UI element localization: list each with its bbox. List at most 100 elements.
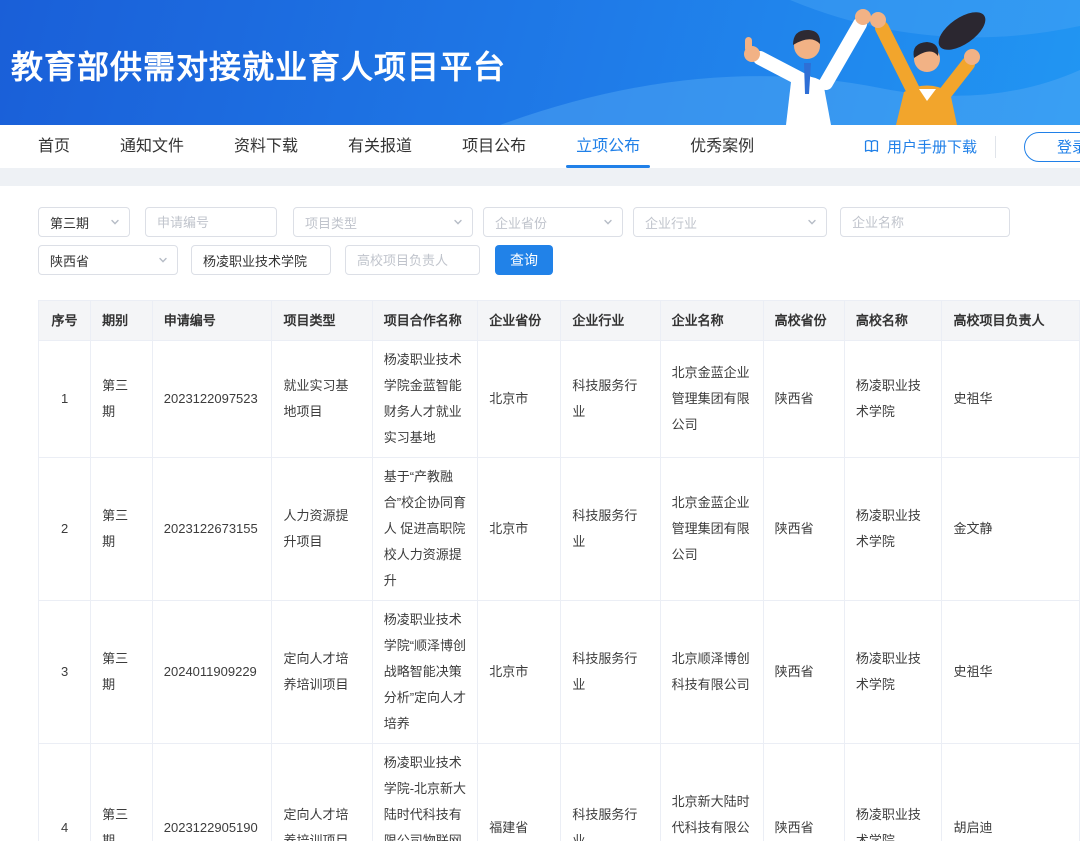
table-cell: 陕西省 (763, 341, 844, 458)
table-cell: 杨凌职业技术学院 (844, 341, 942, 458)
nav-right: 用户手册下载 登录 (863, 125, 1080, 168)
filter-row-2: 陕西省 查询 (0, 245, 553, 275)
table-cell: 第三期 (91, 458, 153, 601)
table-cell: 2023122905190 (152, 744, 272, 841)
college-province-select-value: 陕西省 (50, 251, 89, 270)
chevron-down-icon (453, 217, 463, 227)
table-cell: 第三期 (91, 744, 153, 841)
search-button[interactable]: 查询 (495, 245, 553, 275)
chevron-down-icon (110, 217, 120, 227)
table-cell: 2023122673155 (152, 458, 272, 601)
table-row: 2第三期2023122673155人力资源提升项目基于“产教融合”校企协同育人 … (39, 458, 1080, 601)
period-select[interactable]: 第三期 (38, 207, 130, 237)
table-cell: 杨凌职业技术学院金蓝智能财务人才就业实习基地 (372, 341, 478, 458)
table-row: 4第三期2023122905190定向人才培养培训项目杨凌职业技术学院-北京新大… (39, 744, 1080, 841)
table-cell: 4 (39, 744, 91, 841)
table-cell: 就业实习基地项目 (272, 341, 372, 458)
table-cell: 北京顺泽博创科技有限公司 (660, 601, 763, 744)
table-header-cell: 企业名称 (660, 301, 763, 341)
application-number-input[interactable] (145, 207, 277, 237)
table-cell: 北京新大陆时代科技有限公司 (660, 744, 763, 841)
table-cell: 基于“产教融合”校企协同育人 促进高职院校人力资源提升 (372, 458, 478, 601)
chevron-down-icon (603, 217, 613, 227)
table-cell: 杨凌职业技术学院 (844, 458, 942, 601)
table-cell: 陕西省 (763, 458, 844, 601)
table-cell: 2023122097523 (152, 341, 272, 458)
table-cell: 福建省 (478, 744, 561, 841)
table-cell: 2 (39, 458, 91, 601)
table-cell: 人力资源提升项目 (272, 458, 372, 601)
table-cell: 第三期 (91, 341, 153, 458)
table-cell: 2024011909229 (152, 601, 272, 744)
table-cell: 北京金蓝企业管理集团有限公司 (660, 458, 763, 601)
table-cell: 胡启迪 (942, 744, 1080, 841)
table-cell: 1 (39, 341, 91, 458)
table-cell: 杨凌职业技术学院-北京新大陆时代科技有限公司物联网及人工智能方向人才培养 (372, 744, 478, 841)
table-cell: 北京金蓝企业管理集团有限公司 (660, 341, 763, 458)
nav-item-4[interactable]: 有关报道 (348, 125, 412, 168)
nav-item-1[interactable]: 首页 (38, 125, 70, 168)
table-cell: 北京市 (478, 341, 561, 458)
company-province-select-value: 企业省份 (495, 213, 547, 232)
table-cell: 科技服务行业 (561, 744, 660, 841)
nav-item-6-active[interactable]: 立项公布 (576, 125, 640, 168)
table-cell: 金文静 (942, 458, 1080, 601)
table-cell: 科技服务行业 (561, 458, 660, 601)
nav-items: 首页 通知文件 资料下载 有关报道 项目公布 立项公布 优秀案例 (38, 125, 754, 168)
table-cell: 史祖华 (942, 341, 1080, 458)
table-cell: 科技服务行业 (561, 601, 660, 744)
table-cell: 第三期 (91, 601, 153, 744)
table-cell: 定向人才培养培训项目 (272, 744, 372, 841)
table-header-cell: 序号 (39, 301, 91, 341)
table-cell: 北京市 (478, 458, 561, 601)
login-button[interactable]: 登录 (1024, 132, 1080, 162)
college-name-input[interactable] (191, 245, 331, 275)
project-type-select-value: 项目类型 (305, 213, 357, 232)
table-cell: 陕西省 (763, 744, 844, 841)
table-cell: 科技服务行业 (561, 341, 660, 458)
table-header-cell: 高校项目负责人 (942, 301, 1080, 341)
filter-row-1: 第三期 项目类型 企业省份 企业行业 (0, 207, 1010, 237)
banner: 教育部供需对接就业育人项目平台 (0, 0, 1080, 125)
nav-item-5[interactable]: 项目公布 (462, 125, 526, 168)
site-title: 教育部供需对接就业育人项目平台 (11, 42, 506, 88)
company-name-input[interactable] (840, 207, 1010, 237)
table-header-cell: 项目合作名称 (372, 301, 478, 341)
book-icon (863, 138, 880, 155)
main-content: 第三期项目类型企业省份企业行业 陕西省查询 序号期别申请编号项目类型项目合作名称… (0, 186, 1080, 841)
project-type-select[interactable]: 项目类型 (293, 207, 473, 237)
section-divider-strip (0, 168, 1080, 186)
table-header-cell: 项目类型 (272, 301, 372, 341)
table-cell: 史祖华 (942, 601, 1080, 744)
table-cell: 3 (39, 601, 91, 744)
table-header-cell: 申请编号 (152, 301, 272, 341)
user-manual-download-link[interactable]: 用户手册下载 (863, 136, 977, 157)
company-province-select[interactable]: 企业省份 (483, 207, 623, 237)
table-header-row: 序号期别申请编号项目类型项目合作名称企业省份企业行业企业名称高校省份高校名称高校… (39, 301, 1080, 341)
table-cell: 杨凌职业技术学院 (844, 744, 942, 841)
table-header-cell: 期别 (91, 301, 153, 341)
page: 教育部供需对接就业育人项目平台 首页 通知文件 资料下载 有关报道 项目公布 立项公布 优秀… (0, 0, 1080, 841)
navbar: 首页 通知文件 资料下载 有关报道 项目公布 立项公布 优秀案例 用户手册下载 登录 (0, 125, 1080, 168)
results-table-wrap: 序号期别申请编号项目类型项目合作名称企业省份企业行业企业名称高校省份高校名称高校… (38, 300, 1080, 841)
period-select-value: 第三期 (50, 213, 89, 232)
results-table: 序号期别申请编号项目类型项目合作名称企业省份企业行业企业名称高校省份高校名称高校… (38, 300, 1080, 841)
table-cell: 杨凌职业技术学院“顺泽博创战略智能决策分析”定向人才培养 (372, 601, 478, 744)
nav-item-2[interactable]: 通知文件 (120, 125, 184, 168)
college-leader-input[interactable] (345, 245, 480, 275)
table-cell: 杨凌职业技术学院 (844, 601, 942, 744)
nav-item-7[interactable]: 优秀案例 (690, 125, 754, 168)
chevron-down-icon (807, 217, 817, 227)
company-industry-select[interactable]: 企业行业 (633, 207, 827, 237)
nav-item-3[interactable]: 资料下载 (234, 125, 298, 168)
table-row: 1第三期2023122097523就业实习基地项目杨凌职业技术学院金蓝智能财务人… (39, 341, 1080, 458)
table-cell: 陕西省 (763, 601, 844, 744)
table-row: 3第三期2024011909229定向人才培养培训项目杨凌职业技术学院“顺泽博创… (39, 601, 1080, 744)
user-manual-label: 用户手册下载 (887, 136, 977, 157)
college-province-select[interactable]: 陕西省 (38, 245, 178, 275)
chevron-down-icon (158, 255, 168, 265)
table-header-cell: 企业行业 (561, 301, 660, 341)
table-header-cell: 高校名称 (844, 301, 942, 341)
table-header-cell: 高校省份 (763, 301, 844, 341)
table-cell: 定向人才培养培训项目 (272, 601, 372, 744)
